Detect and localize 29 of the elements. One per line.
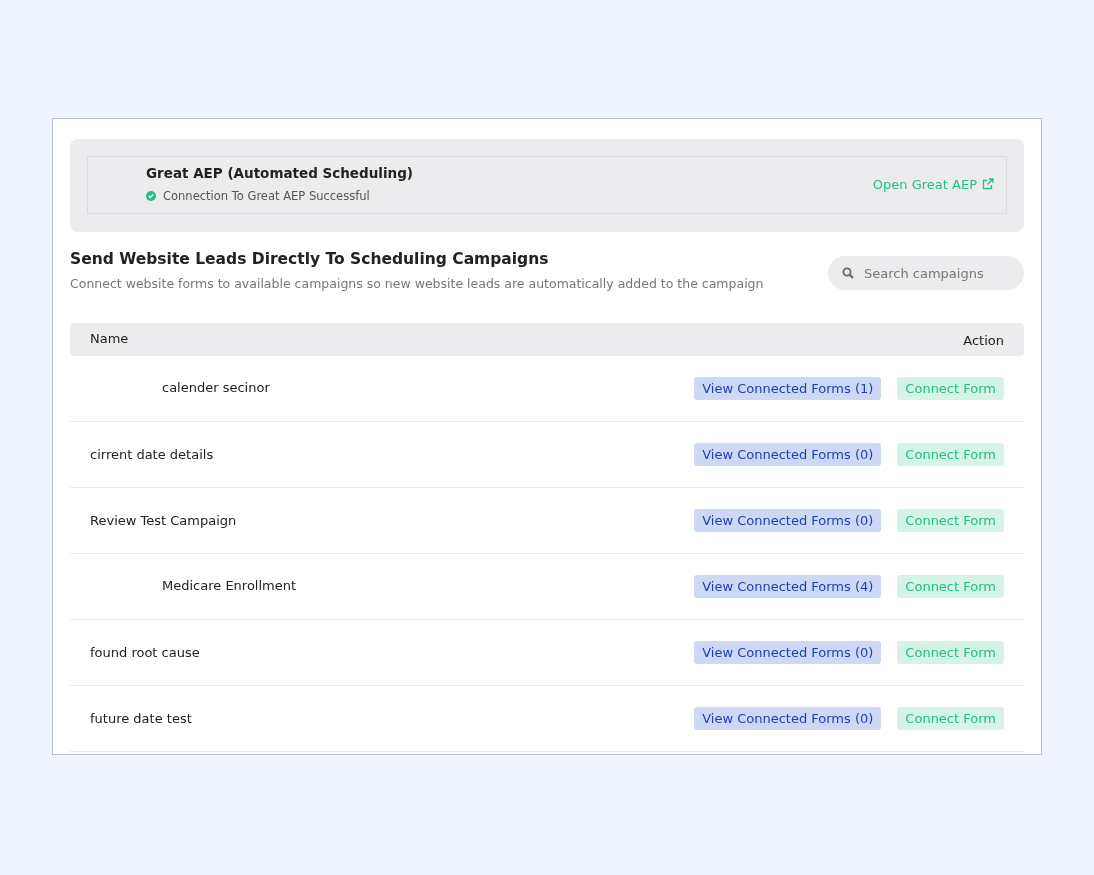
integration-title: Great AEP (Automated Scheduling) [146, 165, 413, 181]
connect-form-button[interactable]: Connect Form [897, 575, 1004, 598]
open-link[interactable]: Open Great AEP [872, 176, 994, 192]
connection-status: Connection To Great AEP Successful [163, 189, 370, 203]
campaign-name: found root cause [90, 645, 201, 660]
view-forms-button[interactable]: View Connected Forms (0) [694, 509, 882, 532]
check-circle-icon [146, 191, 156, 201]
connect-form-button[interactable]: Connect Form [897, 509, 1004, 532]
column-header: Name [90, 331, 129, 348]
section-title: Send Website Leads Directly To Scheduling Campaigns [70, 250, 550, 268]
view-forms-button[interactable]: View Connected Forms (1) [694, 377, 882, 400]
campaign-name: future date test [90, 711, 193, 726]
view-forms-button[interactable]: View Connected Forms (0) [694, 707, 882, 730]
view-forms-button[interactable]: View Connected Forms (4) [694, 575, 882, 598]
view-forms-button[interactable]: View Connected Forms (0) [694, 443, 882, 466]
campaign-name: cirrent date details [90, 447, 215, 462]
connect-form-button[interactable]: Connect Form [897, 641, 1004, 664]
search-field[interactable]: Search campaigns [828, 256, 1024, 290]
external-link-icon [982, 178, 994, 190]
section-description: Connect website forms to available campaigns so new website leads are automatically added to the campaign [70, 276, 764, 291]
column-header: Action [963, 333, 1004, 350]
view-forms-button[interactable]: View Connected Forms (0) [694, 641, 882, 664]
connect-form-button[interactable]: Connect Form [897, 443, 1004, 466]
connect-form-button[interactable]: Connect Form [897, 377, 1004, 400]
connect-form-button[interactable]: Connect Form [897, 707, 1004, 730]
campaign-name: calender secinor [161, 380, 271, 395]
campaign-name: Review Test Campaign [90, 513, 238, 528]
campaign-name: Medicare Enrollment [161, 578, 298, 593]
search-icon [842, 267, 854, 279]
